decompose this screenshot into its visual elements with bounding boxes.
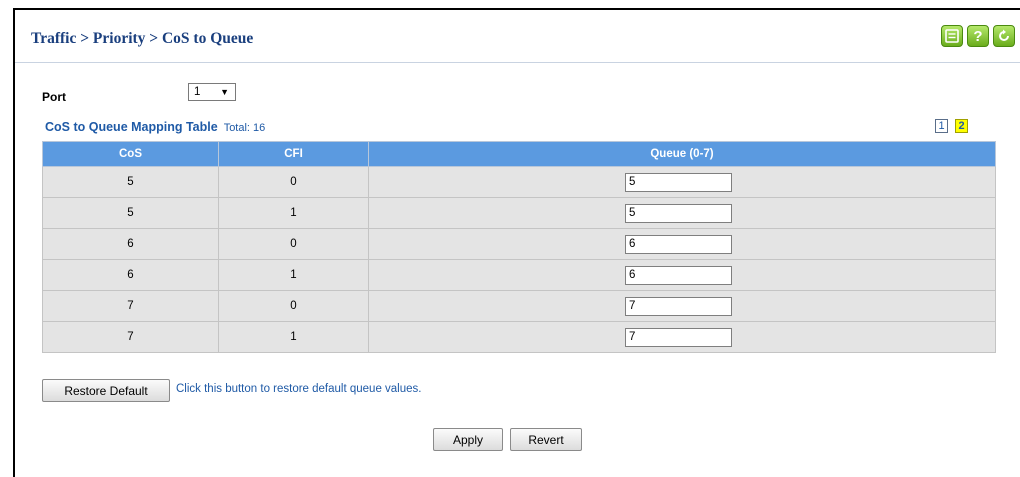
column-header-cfi: CFI xyxy=(218,141,369,167)
cfi-cell: 0 xyxy=(218,166,369,198)
queue-cell xyxy=(368,290,996,322)
queue-cell xyxy=(368,228,996,260)
table-title-text: CoS to Queue Mapping Table xyxy=(45,120,218,134)
cfi-cell: 1 xyxy=(218,197,369,229)
cfi-cell: 1 xyxy=(218,259,369,291)
cos-cell: 5 xyxy=(42,197,219,229)
help-button[interactable]: ? xyxy=(967,25,989,47)
column-header-queue: Queue (0-7) xyxy=(368,141,996,167)
save-button[interactable] xyxy=(941,25,963,47)
cfi-cell: 1 xyxy=(218,321,369,353)
cos-cell: 6 xyxy=(42,259,219,291)
restore-description: Click this button to restore default que… xyxy=(176,383,422,395)
page-link-2[interactable]: 2 xyxy=(955,119,968,133)
column-header-cos: CoS xyxy=(42,141,219,167)
queue-cell xyxy=(368,321,996,353)
save-icon xyxy=(945,29,959,43)
cos-cell: 7 xyxy=(42,290,219,322)
table-total: Total: 16 xyxy=(223,122,266,134)
cos-queue-table: CoS CFI Queue (0-7) 5 0 5 1 6 0 6 xyxy=(42,141,996,353)
help-icon: ? xyxy=(973,27,983,45)
page-link-1[interactable]: 1 xyxy=(935,119,948,133)
table-row: 6 0 xyxy=(42,228,996,260)
table-header-row: CoS CFI Queue (0-7) xyxy=(42,141,996,167)
refresh-icon xyxy=(999,29,1009,41)
refresh-button[interactable] xyxy=(993,25,1015,47)
table-row: 5 1 xyxy=(42,197,996,229)
port-label: Port xyxy=(42,90,66,104)
queue-input[interactable] xyxy=(625,234,732,254)
revert-button[interactable]: Revert xyxy=(510,428,582,451)
chevron-down-icon: ▼ xyxy=(220,87,229,97)
table-row: 5 0 xyxy=(42,166,996,198)
cos-cell: 6 xyxy=(42,228,219,260)
table-row: 6 1 xyxy=(42,259,996,291)
table-row: 7 1 xyxy=(42,321,996,353)
content-frame: Traffic > Priority > CoS to Queue ? Port… xyxy=(13,8,1020,477)
queue-input[interactable] xyxy=(625,203,732,223)
breadcrumb: Traffic > Priority > CoS to Queue xyxy=(31,30,254,47)
queue-cell xyxy=(368,166,996,198)
apply-button[interactable]: Apply xyxy=(433,428,503,451)
table-row: 7 0 xyxy=(42,290,996,322)
queue-input[interactable] xyxy=(625,296,732,316)
queue-input[interactable] xyxy=(625,265,732,285)
table-title: CoS to Queue Mapping Table Total: 16 xyxy=(45,120,265,134)
cfi-cell: 0 xyxy=(218,228,369,260)
port-select[interactable]: 1 ▼ xyxy=(188,83,236,101)
queue-input[interactable] xyxy=(625,327,732,347)
cos-cell: 7 xyxy=(42,321,219,353)
restore-default-button[interactable]: Restore Default xyxy=(42,379,170,402)
queue-cell xyxy=(368,197,996,229)
page-header: Traffic > Priority > CoS to Queue ? xyxy=(15,10,1020,63)
port-select-value: 1 xyxy=(194,86,201,98)
queue-cell xyxy=(368,259,996,291)
cos-cell: 5 xyxy=(42,166,219,198)
queue-input[interactable] xyxy=(625,172,732,192)
cfi-cell: 0 xyxy=(218,290,369,322)
